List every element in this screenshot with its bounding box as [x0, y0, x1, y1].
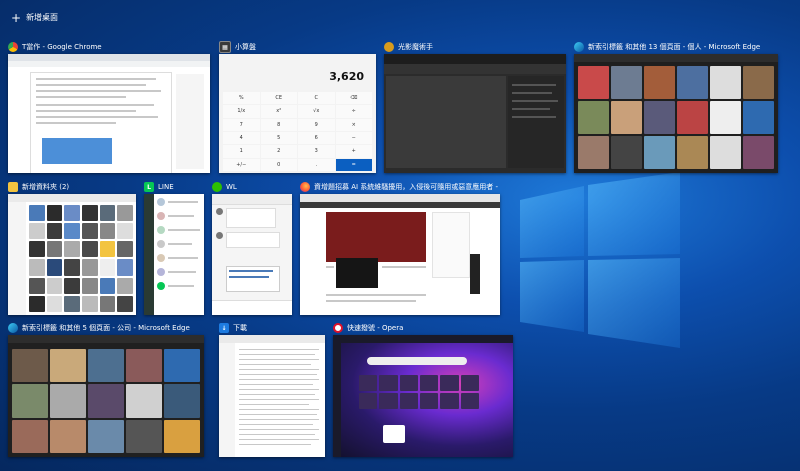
- calculator-key: 8: [260, 118, 297, 131]
- line-icon: L: [144, 182, 154, 192]
- window-file-explorer[interactable]: 新增資料夾 (2): [8, 180, 136, 315]
- window-thumbnail: [8, 54, 210, 173]
- photo-editor-icon: [384, 42, 394, 52]
- calculator-key: x²: [260, 105, 297, 118]
- window-edge-personal[interactable]: 新索引標籤 和其他 13 個頁面 - 個人 - Microsoft Edge: [574, 40, 778, 173]
- calculator-key: 5: [260, 131, 297, 145]
- calculator-key: +: [335, 145, 372, 158]
- calculator-key: %: [223, 92, 260, 105]
- folder-icon: [8, 182, 18, 192]
- window-thumbnail: [8, 194, 136, 315]
- calculator-key: C: [298, 92, 335, 105]
- firefox-icon: [300, 182, 310, 192]
- calculator-key: 1: [223, 145, 260, 158]
- window-thumbnail: 3,620 % CE C ⌫ 1/x x² √x ÷ 7 8 9 × 4 5 6− 1 2 3 + +/− 0…: [219, 54, 376, 173]
- calculator-key: 6: [298, 131, 335, 145]
- download-icon: ↓: [219, 323, 229, 333]
- window-calculator[interactable]: ▦ 小算盤 3,620 % CE C ⌫ 1/x x² √x ÷ 7 8 9 × 4 5 6− 123…: [219, 40, 376, 173]
- window-title: 下載: [233, 324, 247, 332]
- window-downloads[interactable]: ↓ 下載: [219, 321, 325, 457]
- window-title: 新增資料夾 (2): [22, 183, 70, 191]
- window-title: 新索引標籤 和其他 5 個頁面 - 公司 - Microsoft Edge: [22, 324, 190, 332]
- calculator-key: −: [335, 131, 372, 145]
- window-title: T當作 - Google Chrome: [22, 43, 102, 51]
- calculator-key: ⌫: [335, 92, 372, 105]
- calculator-key: 0: [260, 158, 297, 171]
- window-photo-editor[interactable]: 光影魔術手: [384, 40, 566, 173]
- window-thumbnail: [333, 335, 513, 457]
- window-wechat[interactable]: WL: [212, 180, 292, 315]
- calculator-key: 7: [223, 118, 260, 131]
- window-title: 快速撥號 - Opera: [347, 324, 404, 332]
- windows-logo-wallpaper: [520, 172, 680, 348]
- window-chrome[interactable]: T當作 - Google Chrome: [8, 40, 210, 173]
- calculator-key: 3: [298, 145, 335, 158]
- calculator-key: +/−: [223, 158, 260, 171]
- calculator-key: 9: [298, 118, 335, 131]
- opera-icon: [333, 323, 343, 333]
- calculator-key: 2: [260, 145, 297, 158]
- window-thumbnail: [300, 194, 500, 315]
- window-opera[interactable]: 快速撥號 - Opera: [333, 321, 513, 457]
- window-firefox[interactable]: 資增題招募 AI 系統維騷擾用，入侵後可隨用或惡意應用者 - IT之家 —...: [300, 180, 500, 315]
- window-thumbnail: [8, 335, 204, 457]
- window-thumbnail: [212, 194, 292, 315]
- calculator-key: =: [335, 158, 372, 171]
- window-title: 光影魔術手: [398, 43, 433, 51]
- window-title: 資增題招募 AI 系統維騷擾用，入侵後可隨用或惡意應用者 - IT之家 —...: [314, 183, 500, 191]
- calculator-key: 4: [223, 131, 260, 145]
- chrome-icon: [8, 42, 18, 52]
- calculator-key: 1/x: [223, 105, 260, 118]
- new-desktop-label: 新增桌面: [26, 13, 59, 22]
- wechat-icon: [212, 182, 222, 192]
- window-thumbnail: [574, 54, 778, 173]
- calculator-key: ×: [335, 118, 372, 131]
- window-title: 新索引標籤 和其他 13 個頁面 - 個人 - Microsoft Edge: [588, 43, 761, 51]
- calculator-key: CE: [260, 92, 297, 105]
- window-edge-company[interactable]: 新索引標籤 和其他 5 個頁面 - 公司 - Microsoft Edge: [8, 321, 204, 457]
- window-thumbnail: [219, 335, 325, 457]
- calculator-icon: ▦: [219, 41, 231, 53]
- calculator-key: ÷: [335, 105, 372, 118]
- window-title: WL: [226, 183, 237, 191]
- edge-icon: [8, 323, 18, 333]
- calculator-key: √x: [298, 105, 335, 118]
- edge-icon: [574, 42, 584, 52]
- window-title: LINE: [158, 183, 174, 191]
- new-desktop-button[interactable]: + 新增桌面: [11, 10, 59, 25]
- plus-icon: +: [11, 10, 22, 25]
- window-thumbnail: [384, 54, 566, 173]
- window-title: 小算盤: [235, 43, 256, 51]
- calculator-display: 3,620: [329, 70, 364, 83]
- window-thumbnail: [144, 194, 204, 315]
- window-line[interactable]: L LINE: [144, 180, 204, 315]
- calculator-key: .: [298, 158, 335, 171]
